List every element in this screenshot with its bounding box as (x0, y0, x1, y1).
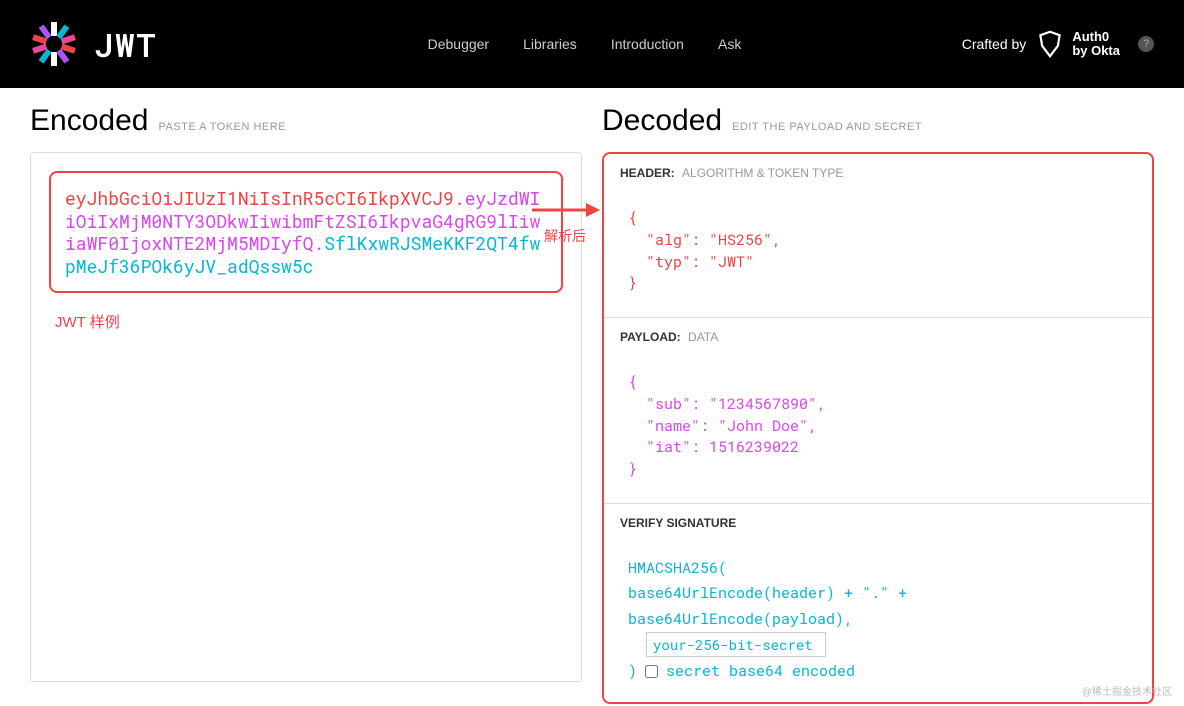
arrow-icon (530, 200, 600, 220)
nav-libraries[interactable]: Libraries (523, 36, 577, 52)
decoded-box: HEADER: ALGORITHM & TOKEN TYPE { "alg": … (602, 152, 1154, 704)
token-header-part: eyJhbGciOiJIUzI1NiIsInR5cCI6IkpXVCJ9 (65, 186, 454, 210)
main-nav: Debugger Libraries Introduction Ask (428, 36, 742, 52)
nav-debugger[interactable]: Debugger (428, 36, 490, 52)
header-section-desc: ALGORITHM & TOKEN TYPE (682, 166, 843, 180)
top-header: JWT Debugger Libraries Introduction Ask … (0, 0, 1184, 88)
payload-section: PAYLOAD: DATA { "sub": "1234567890", "na… (604, 318, 1152, 504)
auth0-shield-icon (1036, 30, 1064, 58)
crafted-by: Crafted by Auth0 by Okta ? (962, 30, 1154, 59)
encoded-column: Encoded PASTE A TOKEN HERE eyJhbGciOiJIU… (30, 104, 582, 704)
header-section: HEADER: ALGORITHM & TOKEN TYPE { "alg": … (604, 154, 1152, 318)
signature-section-label: VERIFY SIGNATURE (620, 516, 736, 530)
auth0-text: Auth0 by Okta (1072, 30, 1120, 59)
signature-section: VERIFY SIGNATURE HMACSHA256( base64UrlEn… (604, 504, 1152, 704)
nav-ask[interactable]: Ask (718, 36, 741, 52)
decoded-column: 解析后 Decoded EDIT THE PAYLOAD AND SECRET … (602, 104, 1154, 704)
encoded-box: eyJhbGciOiJIUzI1NiIsInR5cCI6IkpXVCJ9.eyJ… (30, 152, 582, 682)
logo-area: JWT (30, 20, 158, 68)
token-editor[interactable]: eyJhbGciOiJIUzI1NiIsInR5cCI6IkpXVCJ9.eyJ… (49, 171, 563, 293)
payload-code[interactable]: { "sub": "1234567890", "name": "John Doe… (604, 356, 1152, 503)
payload-section-desc: DATA (688, 330, 718, 344)
nav-introduction[interactable]: Introduction (611, 36, 684, 52)
auth0-logo[interactable]: Auth0 by Okta (1036, 30, 1120, 59)
decoded-title: Decoded (602, 104, 722, 138)
arrow-label: 解析后 (544, 226, 586, 246)
main-content: Encoded PASTE A TOKEN HERE eyJhbGciOiJIU… (0, 88, 1184, 704)
decoded-subtitle: EDIT THE PAYLOAD AND SECRET (732, 121, 922, 133)
encoded-title: Encoded (30, 104, 148, 138)
base64-checkbox[interactable] (645, 665, 658, 678)
help-icon[interactable]: ? (1138, 36, 1154, 52)
signature-block: HMACSHA256( base64UrlEncode(header) + ".… (604, 542, 1152, 704)
encoded-subtitle: PASTE A TOKEN HERE (158, 121, 286, 133)
arrow-annotation: 解析后 (530, 200, 600, 246)
watermark: @稀土掘金技术社区 (1082, 683, 1172, 698)
jwt-sample-label: JWT 样例 (55, 311, 563, 332)
secret-input[interactable] (646, 632, 826, 657)
jwt-logo-icon (30, 20, 78, 68)
crafted-by-label: Crafted by (962, 36, 1027, 52)
brand-text: JWT (94, 23, 158, 66)
header-section-label: HEADER: (620, 166, 675, 180)
payload-section-label: PAYLOAD: (620, 330, 681, 344)
header-code[interactable]: { "alg": "HS256", "typ": "JWT" } (604, 192, 1152, 317)
base64-checkbox-label: secret base64 encoded (666, 659, 855, 685)
